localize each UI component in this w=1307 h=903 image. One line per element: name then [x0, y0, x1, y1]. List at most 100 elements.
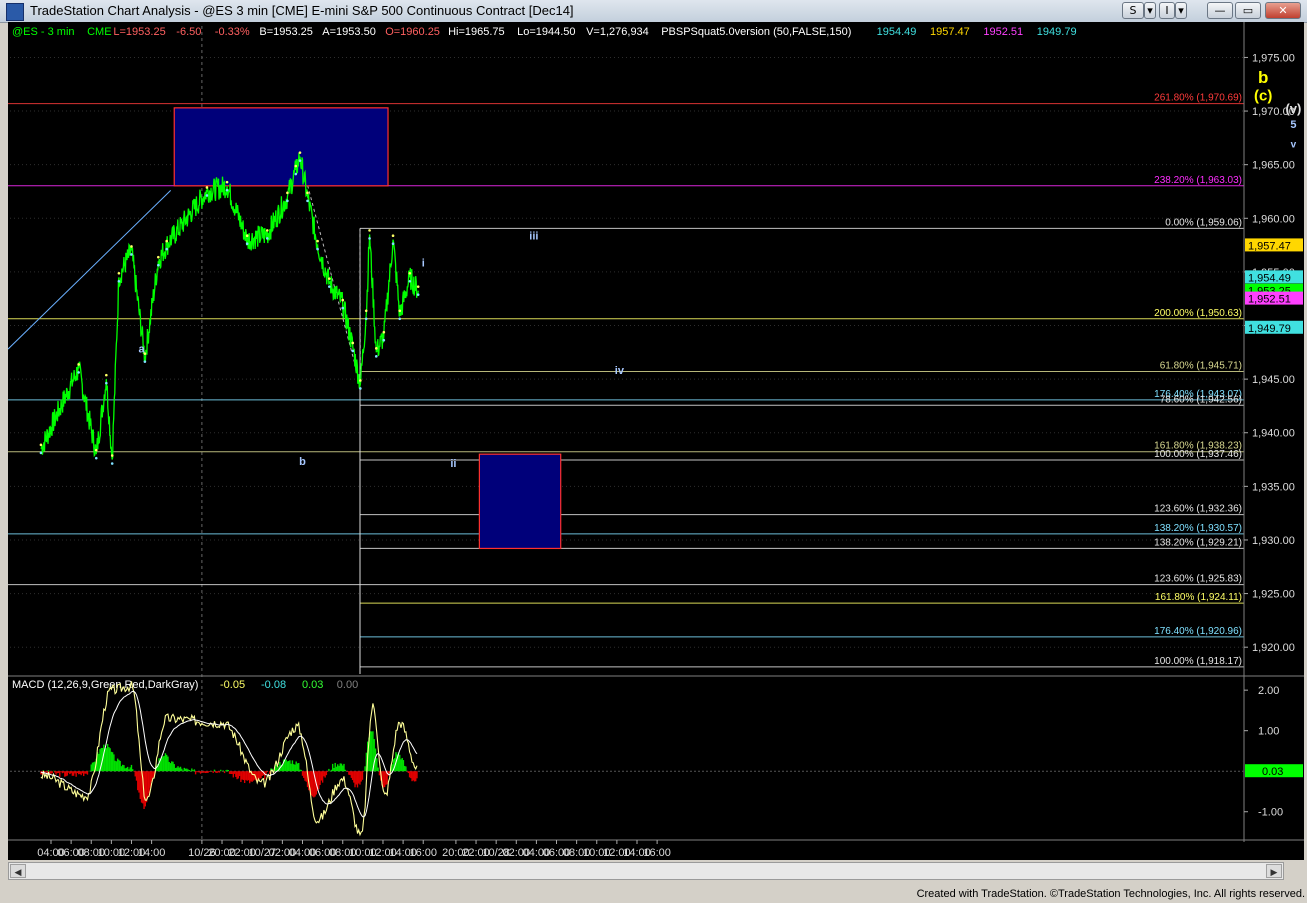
pivot-dot: [368, 229, 371, 232]
pivot-dot: [341, 298, 345, 302]
pivot-dot: [316, 247, 319, 251]
fib-label: 61.80% (1,945.71): [1160, 361, 1242, 372]
pivot-dot: [225, 180, 229, 184]
price-tick-label: 1,930.00: [1252, 535, 1295, 547]
pivot-dot: [165, 239, 168, 243]
fib-label: 200.00% (1,950.63): [1154, 308, 1242, 319]
pivot-dot: [157, 255, 160, 259]
macd-value: -0.08: [261, 679, 286, 691]
scroll-left-icon[interactable]: ◀: [10, 864, 26, 878]
pivot-dot: [117, 279, 121, 283]
wave-label: 5: [1290, 119, 1296, 131]
minimize-button[interactable]: —: [1207, 2, 1233, 19]
header-field: V=1,276,934: [586, 26, 649, 38]
maximize-button[interactable]: ▭: [1235, 2, 1261, 19]
close-button[interactable]: ✕: [1265, 2, 1301, 19]
i-menu-dropdown-icon[interactable]: ▾: [1175, 2, 1187, 19]
indicator-value: 1949.79: [1037, 26, 1077, 38]
window-title: TradeStation Chart Analysis - @ES 3 min …: [30, 3, 574, 18]
price-tick-label: 1,945.00: [1252, 374, 1295, 386]
pivot-dot: [265, 237, 269, 240]
pivot-dot: [306, 191, 309, 195]
pivot-dot: [408, 271, 412, 275]
fib-label: 161.80% (1,924.11): [1155, 592, 1242, 603]
pivot-dot: [328, 285, 331, 288]
pivot-dot: [294, 172, 298, 176]
header-field: O=1960.25: [385, 26, 440, 38]
fib-label: 138.20% (1,930.57): [1154, 523, 1242, 534]
macd-tick-label: 1.00: [1258, 726, 1279, 738]
pivot-dot: [286, 191, 289, 195]
price-badge-label: 1,952.51: [1248, 294, 1291, 306]
i-menu-button[interactable]: I: [1159, 2, 1175, 19]
chart-area[interactable]: 261.80% (1,970.69) 238.20% (1,963.03) 0.00…: [8, 22, 1304, 860]
pivot-dot: [130, 245, 133, 248]
wave-label: a: [138, 343, 145, 355]
horizontal-scrollbar[interactable]: ◀ ▶: [8, 862, 1284, 880]
pivot-dot: [130, 253, 133, 256]
pivot-dot: [374, 347, 378, 350]
pivot-dot: [105, 381, 108, 385]
pivot-dot: [39, 451, 43, 455]
pivot-dot: [398, 317, 402, 321]
wave-label: i: [422, 258, 425, 270]
pivot-dot: [205, 194, 209, 197]
price-badge-label: 1,957.47: [1248, 240, 1291, 252]
wave-label: iv: [615, 365, 625, 377]
pivot-dot: [117, 271, 121, 275]
pivot-dot: [157, 263, 160, 267]
fib-label: 123.60% (1,925.83): [1154, 574, 1242, 585]
pivot-dot: [374, 355, 378, 358]
upper-target-box: [173, 107, 389, 187]
price-tick-label: 1,920.00: [1252, 642, 1295, 654]
trendline-dashed: [299, 156, 361, 385]
chart-canvas[interactable]: 261.80% (1,970.69) 238.20% (1,963.03) 0.00…: [8, 22, 1304, 860]
pivot-dot: [245, 242, 249, 246]
s-menu-button[interactable]: S: [1122, 2, 1144, 19]
pivot-dot: [391, 242, 395, 246]
fib-label: 78.60% (1,942.56): [1160, 394, 1242, 405]
header-field: @ES - 3 min: [12, 26, 75, 38]
footer-copyright: Created with TradeStation. ©TradeStation…: [916, 888, 1305, 900]
indicator-value: 1954.49: [877, 26, 917, 38]
header-field: A=1953.50: [322, 26, 376, 38]
wave-label: iii: [529, 231, 538, 243]
header-readout: @ES - 3 min CME L=1953.25 -6.50 -0.33% B=1953…: [12, 26, 1077, 38]
macd-value: -0.05: [220, 679, 245, 691]
macd-badge-label: 0.03: [1262, 766, 1283, 778]
pivot-dot: [205, 186, 209, 189]
indicator-value: 1957.47: [930, 26, 970, 38]
price-tick-label: 1,970.00: [1252, 106, 1295, 118]
fib-label: 0.00% (1,959.06): [1165, 217, 1242, 228]
pivot-dot: [39, 443, 43, 447]
indicator-value: 1952.51: [983, 26, 1023, 38]
scroll-right-icon[interactable]: ▶: [1266, 864, 1282, 878]
pivot-dot: [359, 379, 362, 382]
header-field: PBSPSquat5.0version (50,FALSE,150): [661, 26, 851, 38]
pivot-dot: [416, 293, 420, 296]
pivot-dot: [77, 371, 80, 374]
pivot-dot: [382, 330, 386, 334]
target-boxes: [173, 107, 562, 550]
price-tick-label: 1,965.00: [1252, 160, 1295, 172]
pivot-dot: [391, 234, 395, 238]
price-badge-label: 1,949.79: [1248, 323, 1291, 335]
pivot-dot: [294, 164, 298, 168]
fib-label: 238.20% (1,963.03): [1154, 175, 1242, 186]
time-tick-label: 16:00: [409, 847, 437, 859]
pivot-dot: [351, 341, 355, 345]
header-field: -6.50: [176, 26, 201, 38]
pivot-dot: [265, 229, 269, 232]
pivot-dot: [105, 373, 108, 377]
fib-label: 138.20% (1,929.21): [1154, 537, 1242, 548]
price-tick-label: 1,960.00: [1252, 213, 1295, 225]
pivot-dot: [110, 454, 114, 457]
wave-label: (c): [1254, 87, 1272, 104]
s-menu-dropdown-icon[interactable]: ▾: [1144, 2, 1156, 19]
fib-label: 100.00% (1,937.46): [1154, 449, 1242, 460]
macd-label: MACD (12,26,9,Green,Red,DarkGray): [12, 679, 198, 691]
pivot-dot: [306, 199, 309, 203]
tradestation-app-icon: [6, 3, 24, 21]
pivot-dot: [94, 456, 98, 460]
pivot-dot: [225, 188, 229, 192]
